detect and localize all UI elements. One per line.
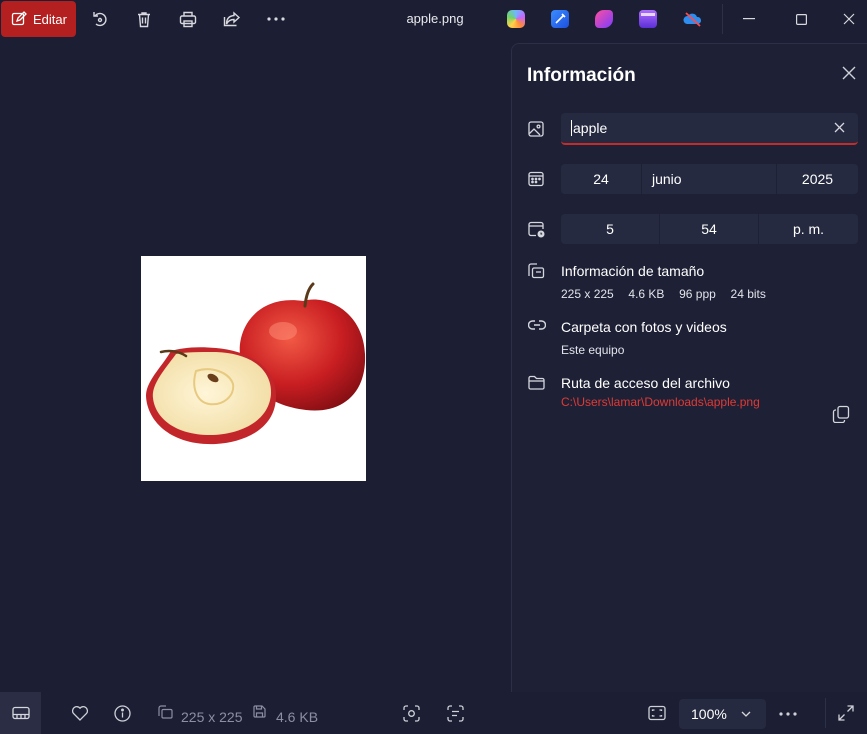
path-heading: Ruta de acceso del archivo (561, 375, 730, 391)
folder-value: Este equipo (561, 343, 625, 357)
edit-button-label: Editar (33, 11, 67, 27)
copy-icon[interactable] (832, 405, 852, 425)
file-name-value: apple (573, 120, 608, 136)
save-disk-icon (253, 705, 271, 723)
dimensions-value: 225 x 225 (561, 287, 614, 301)
info-panel: Información apple 24 junio 2025 5 54 p. … (511, 43, 867, 692)
filmstrip-icon (11, 706, 30, 720)
link-icon (528, 319, 546, 337)
folder-heading: Carpeta con fotos y videos (561, 319, 727, 335)
size-details: 225 x 225 4.6 KB 96 ppp 24 bits (561, 287, 766, 301)
minimize-icon[interactable] (738, 8, 760, 30)
print-icon[interactable] (177, 8, 199, 30)
date-month[interactable]: junio (642, 164, 777, 194)
bottom-separator (825, 698, 826, 728)
clear-icon[interactable] (834, 122, 846, 134)
time-hour[interactable]: 5 (561, 214, 660, 244)
chevron-down-icon (740, 708, 752, 720)
onedrive-icon[interactable] (683, 10, 702, 28)
designer-icon[interactable] (551, 10, 569, 28)
clipchamp-icon[interactable] (595, 10, 613, 28)
dpi-value: 96 ppp (679, 287, 716, 301)
close-icon[interactable] (842, 66, 858, 82)
zoom-dropdown[interactable]: 100% (679, 699, 766, 729)
copilot-icon[interactable] (507, 10, 525, 28)
edit-button[interactable]: Editar (1, 1, 76, 37)
date-year[interactable]: 2025 (777, 164, 858, 194)
file-name-input[interactable]: apple (561, 113, 858, 145)
calendar-icon (528, 171, 546, 189)
fit-to-window-icon[interactable] (648, 705, 666, 723)
close-window-icon[interactable] (838, 8, 860, 30)
maximize-icon[interactable] (790, 8, 812, 30)
time-period[interactable]: p. m. (759, 214, 858, 244)
fullscreen-icon[interactable] (838, 705, 856, 723)
dimensions-icon (158, 705, 176, 723)
folder-icon (528, 375, 546, 393)
text-scan-icon[interactable] (447, 705, 465, 723)
filmstrip-toggle[interactable] (0, 692, 41, 734)
bottom-bar: 225 x 225 4.6 KB 100% (0, 692, 867, 734)
window-title: apple.png (406, 11, 464, 26)
size-icon (528, 263, 546, 281)
share-icon[interactable] (221, 8, 243, 30)
title-bar: Editar apple.png (0, 0, 867, 38)
date-day[interactable]: 24 (561, 164, 642, 194)
file-size-value: 4.6 KB (628, 287, 665, 301)
title-separator (722, 4, 723, 34)
more-options-icon[interactable] (779, 712, 797, 730)
file-size-text: 4.6 KB (276, 709, 319, 725)
edit-icon (11, 11, 27, 27)
info-icon[interactable] (114, 705, 132, 723)
more-icon[interactable] (265, 8, 287, 30)
visual-search-icon[interactable] (403, 705, 421, 723)
panel-title: Información (527, 65, 636, 86)
file-path-link[interactable]: C:\Users\lamar\Downloads\apple.png (561, 395, 760, 409)
rotate-icon[interactable] (89, 8, 111, 30)
size-heading: Información de tamaño (561, 263, 705, 279)
video-editor-icon[interactable] (639, 10, 657, 28)
favorite-icon[interactable] (71, 705, 89, 723)
time-picker[interactable]: 5 54 p. m. (561, 214, 858, 244)
dimensions-text: 225 x 225 (181, 709, 243, 725)
date-picker[interactable]: 24 junio 2025 (561, 164, 858, 194)
time-minute[interactable]: 54 (660, 214, 759, 244)
zoom-value: 100% (691, 706, 727, 722)
delete-icon[interactable] (133, 8, 155, 30)
calendar-clock-icon (528, 221, 546, 239)
bit-depth-value: 24 bits (730, 287, 766, 301)
apple-photo (141, 256, 366, 481)
image-icon (528, 121, 546, 139)
